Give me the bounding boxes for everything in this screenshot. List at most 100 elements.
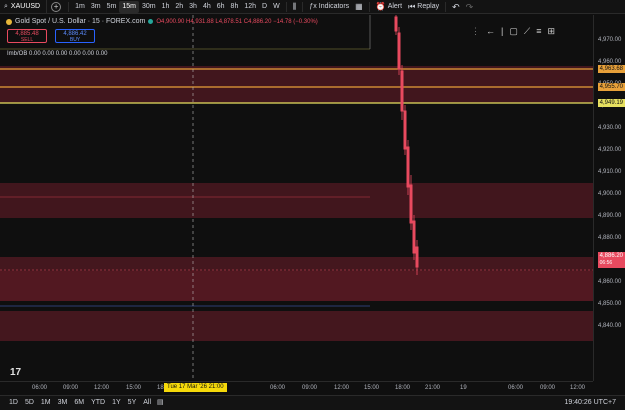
range-bar: 1D 5D 1M 3M 6M YTD 1Y 5Y All ▤ 19:40:26 UTC+7	[0, 395, 625, 410]
price-tick: 4,880.00	[598, 235, 622, 241]
timeframe-8h[interactable]: 8h	[228, 1, 242, 13]
timeframe-30m[interactable]: 30m	[139, 1, 159, 13]
replay-button[interactable]: ⏮ Replay	[405, 1, 442, 13]
price-tick: 4,900.00	[598, 191, 622, 197]
range-6m[interactable]: 6M	[71, 397, 87, 409]
timeframe-2h[interactable]: 2h	[172, 1, 186, 13]
demand-zone-lower-1	[0, 257, 593, 271]
time-tick: 19	[460, 385, 467, 391]
dots-menu-icon[interactable]: ⋮	[471, 26, 480, 37]
chart-legend: Gold Spot / U.S. Dollar · 15 · FOREX.com…	[6, 18, 318, 25]
timeframe-6h[interactable]: 6h	[214, 1, 228, 13]
price-tick: 4,860.00	[598, 279, 622, 285]
search-icon: ⌕	[4, 2, 8, 10]
redo-button[interactable]: ↷	[463, 1, 477, 13]
range-1y[interactable]: 1Y	[109, 397, 124, 409]
time-tick: 06:00	[508, 385, 524, 391]
candles	[394, 15, 419, 275]
time-tick: 15:00	[126, 385, 142, 391]
time-tick: 18:00	[395, 385, 411, 391]
supply-zone-upper	[0, 66, 593, 103]
range-all[interactable]: All	[140, 397, 154, 409]
quick-trade: 4,885.48 SELL 4,886.42 BUY	[7, 29, 95, 43]
chart-type-button[interactable]: ⫼	[290, 1, 300, 13]
timeframe-1h[interactable]: 1h	[159, 1, 173, 13]
symbol-logo-icon	[6, 18, 12, 25]
range-1d[interactable]: 1D	[6, 397, 21, 409]
chart-canvas	[0, 15, 593, 381]
alert-button[interactable]: ⏰ Alert	[373, 1, 405, 13]
range-5d[interactable]: 5D	[22, 397, 37, 409]
time-tick: 12:00	[334, 385, 350, 391]
calendar-icon: ▤	[157, 399, 164, 406]
symbol-search[interactable]: ⌕ XAUUSD	[0, 0, 48, 14]
demand-zone-lower-3	[0, 311, 593, 341]
time-tick: 06:00	[270, 385, 286, 391]
price-tick: 4,910.00	[598, 169, 622, 175]
timeframe-12h[interactable]: 12h	[241, 1, 259, 13]
chart-pane[interactable]: Gold Spot / U.S. Dollar · 15 · FOREX.com…	[0, 15, 593, 381]
time-axis[interactable]: 06:00 09:00 12:00 15:00 18:00 21:00 06:00 09:00…	[0, 381, 593, 395]
indicators-button[interactable]: ƒx Indicators	[306, 1, 352, 13]
timeframe-selector: 1m 3m 5m 15m 30m 1h 2h 3h 4h 6h 8h 12h D W	[72, 0, 283, 13]
legend-ohlc: O4,900.90 H4,931.88 L4,878.51 C4,886.20 …	[156, 18, 318, 25]
time-tick: 06:00	[32, 385, 48, 391]
range-ytd[interactable]: YTD	[88, 397, 108, 409]
current-price-label: 4,886.20 06:56	[597, 252, 625, 268]
trendline-icon[interactable]: ⟋	[524, 26, 530, 37]
price-tick: 4,890.00	[598, 213, 622, 219]
time-tick: 21:00	[425, 385, 441, 391]
price-tick: 4,920.00	[598, 147, 622, 153]
sell-button[interactable]: 4,885.48 SELL	[7, 29, 47, 43]
time-tick: 09:00	[302, 385, 318, 391]
market-open-icon	[148, 19, 154, 24]
timeframe-3m[interactable]: 3m	[88, 1, 104, 13]
compare-symbol-icon[interactable]: +	[51, 1, 62, 12]
time-tick: 15:00	[364, 385, 380, 391]
indicators-icon: ƒx	[309, 2, 317, 10]
replay-icon: ⏮	[408, 1, 416, 11]
undo-button[interactable]: ↶	[449, 1, 463, 13]
level-price-label: 4,963.68	[597, 65, 625, 73]
timezone-clock[interactable]: 19:40:26 UTC+7	[561, 397, 619, 409]
ray-icon[interactable]: |	[501, 26, 503, 37]
time-tick: 09:00	[540, 385, 556, 391]
price-axis[interactable]: 4,970.004,960.004,950.004,940.004,930.00…	[593, 15, 625, 381]
alarm-clock-icon: ⏰	[375, 1, 386, 11]
date-range-button[interactable]: ▤	[154, 397, 167, 409]
range-1m[interactable]: 1M	[38, 397, 54, 409]
price-tick: 4,970.00	[598, 37, 622, 43]
layout-grid-icon: ▦	[355, 1, 363, 11]
indicator-legend: Imb/OB 0.00 0.00 0.00 0.00 0.00 0.00	[7, 51, 108, 57]
rectangle-icon[interactable]: ▢	[509, 26, 518, 37]
timeframe-1m[interactable]: 1m	[72, 1, 88, 13]
range-5y[interactable]: 5Y	[125, 397, 140, 409]
range-3m[interactable]: 3M	[55, 397, 71, 409]
timeframe-5m[interactable]: 5m	[104, 1, 120, 13]
price-tick: 4,840.00	[598, 323, 622, 329]
fib-icon[interactable]: ≡	[536, 26, 541, 37]
timeframe-3h[interactable]: 3h	[186, 1, 200, 13]
price-tick: 4,850.00	[598, 301, 622, 307]
redo-icon: ↷	[465, 1, 474, 12]
more-tools-icon[interactable]: ⊞	[547, 26, 555, 37]
tradingview-logo-icon: 17	[10, 367, 22, 378]
undo-icon: ↶	[452, 1, 460, 12]
demand-zone-lower-2	[0, 271, 593, 301]
time-tick: 12:00	[94, 385, 110, 391]
timeframe-w[interactable]: W	[270, 1, 283, 13]
templates-button[interactable]: ▦	[352, 1, 366, 13]
crosshair-time-label: Tue 17 Mar '26 21:00	[164, 383, 227, 392]
symbol-name: XAUUSD	[10, 3, 41, 10]
horizontal-line-icon[interactable]: ←	[486, 26, 495, 37]
time-tick: 09:00	[63, 385, 79, 391]
timeframe-d[interactable]: D	[259, 1, 270, 13]
top-toolbar: ⌕ XAUUSD + 1m 3m 5m 15m 30m 1h 2h 3h 4h 6h 8h 12h D W…	[0, 0, 625, 14]
buy-button[interactable]: 4,886.42 BUY	[55, 29, 95, 43]
timeframe-15m[interactable]: 15m	[119, 0, 139, 13]
timeframe-4h[interactable]: 4h	[200, 1, 214, 13]
price-tick: 4,930.00	[598, 125, 622, 131]
supply-zone-middle	[0, 183, 593, 218]
level-price-label: 4,955.70	[597, 83, 625, 91]
level-price-label: 4,949.19	[597, 99, 625, 107]
